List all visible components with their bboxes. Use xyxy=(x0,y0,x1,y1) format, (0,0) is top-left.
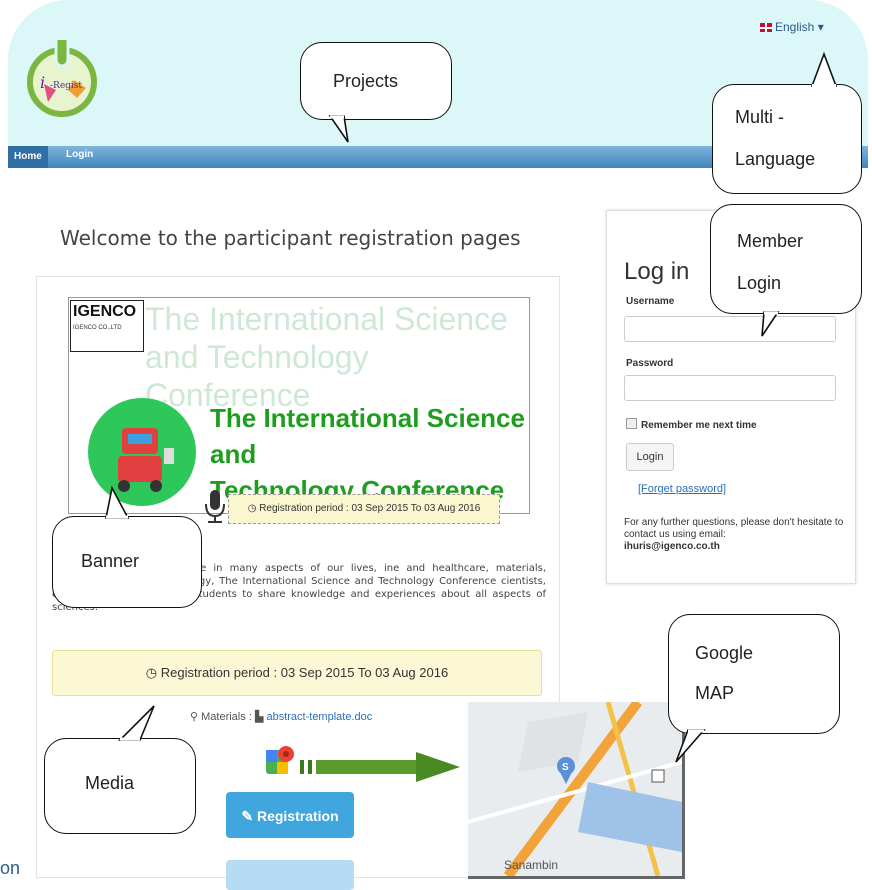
caret-down-icon: ▾ xyxy=(814,20,824,34)
google-map-callout-tail xyxy=(675,729,706,763)
banner-title-line-1: The International Science and xyxy=(210,403,525,469)
iregist-logo[interactable]: i -Regist xyxy=(22,30,102,120)
login-title: Log in xyxy=(624,258,690,285)
banner-callout: Banner xyxy=(52,516,202,608)
language-selector[interactable]: English ▾ xyxy=(760,20,824,34)
projects-callout-tail xyxy=(328,115,349,143)
member-login-callout: Member Login xyxy=(710,204,862,314)
arrow-right-icon xyxy=(300,752,460,782)
uk-flag-icon xyxy=(760,23,772,32)
username-label: Username xyxy=(626,296,675,307)
svg-text:-Regist: -Regist xyxy=(50,81,82,91)
username-field[interactable] xyxy=(624,316,836,342)
password-field[interactable] xyxy=(624,375,836,401)
banner-watermark-title: The International Science and Technology… xyxy=(145,301,508,413)
banner-callout-tail xyxy=(105,485,130,519)
media-callout-tail xyxy=(118,705,155,741)
svg-text:i: i xyxy=(40,73,45,92)
password-label: Password xyxy=(626,358,674,369)
secondary-button[interactable] xyxy=(226,860,354,890)
language-label: English xyxy=(775,20,815,34)
materials-row: ⚲ Materials : ▙ abstract-template.doc xyxy=(190,710,372,723)
member-login-callout-tail xyxy=(761,311,780,337)
igenco-logo-text: IGENCO xyxy=(73,303,137,320)
paperclip-icon: ⚲ xyxy=(190,711,202,723)
multi-language-callout: Multi - Language xyxy=(712,84,862,194)
file-icon: ▙ xyxy=(254,711,264,723)
igenco-logo-subtext: IGENCO CO.,LTD xyxy=(73,325,122,331)
clock-icon: ◷ xyxy=(247,503,260,514)
contact-email: ihuris@igenco.co.th xyxy=(624,541,720,552)
remember-checkbox[interactable] xyxy=(626,418,637,429)
materials-label: Materials : xyxy=(201,711,252,723)
google-maps-icon[interactable] xyxy=(266,746,294,780)
page-title: Welcome to the participant registration … xyxy=(60,226,521,250)
registration-period-text: Registration period : 03 Sep 2015 To 03 … xyxy=(160,665,449,680)
materials-file-link[interactable]: abstract-template.doc xyxy=(266,711,372,723)
contact-info: For any further questions, please don't … xyxy=(624,517,846,553)
google-map-thumbnail[interactable]: S Sanambin xyxy=(468,702,685,879)
contact-text: For any further questions, please don't … xyxy=(624,517,844,540)
projects-callout: Projects xyxy=(300,42,452,120)
banner-period: ◷ Registration period : 03 Sep 2015 To 0… xyxy=(228,494,500,524)
svg-text:S: S xyxy=(562,762,569,773)
igenco-logo: IGENCO IGENCO CO.,LTD xyxy=(70,300,144,352)
nav-home-link[interactable]: Home xyxy=(8,146,48,168)
google-map-callout: Google MAP xyxy=(668,614,840,734)
registration-button-label: Registration xyxy=(256,808,339,824)
map-place-label: Sanambin xyxy=(504,858,559,872)
registration-period-box: ◷ Registration period : 03 Sep 2015 To 0… xyxy=(52,650,542,696)
clock-icon: ◷ xyxy=(145,665,161,680)
registration-button[interactable]: ✎ Registration xyxy=(226,792,354,838)
banner-title: The International Science and Technology… xyxy=(210,400,530,508)
banner-period-text: Registration period : 03 Sep 2015 To 03 … xyxy=(259,503,481,514)
edit-icon: ✎ xyxy=(241,808,257,824)
remember-label: Remember me next time xyxy=(641,420,757,431)
microphone-icon xyxy=(204,490,226,524)
nav-login-link[interactable]: Login xyxy=(66,149,93,160)
cut-off-text: on xyxy=(0,858,21,878)
remember-me[interactable]: Remember me next time xyxy=(626,418,757,431)
multi-language-callout-tail xyxy=(810,51,838,87)
login-button[interactable]: Login xyxy=(626,443,674,471)
media-callout: Media xyxy=(44,738,196,834)
forgot-password-link[interactable]: [Forget password] xyxy=(638,483,726,495)
